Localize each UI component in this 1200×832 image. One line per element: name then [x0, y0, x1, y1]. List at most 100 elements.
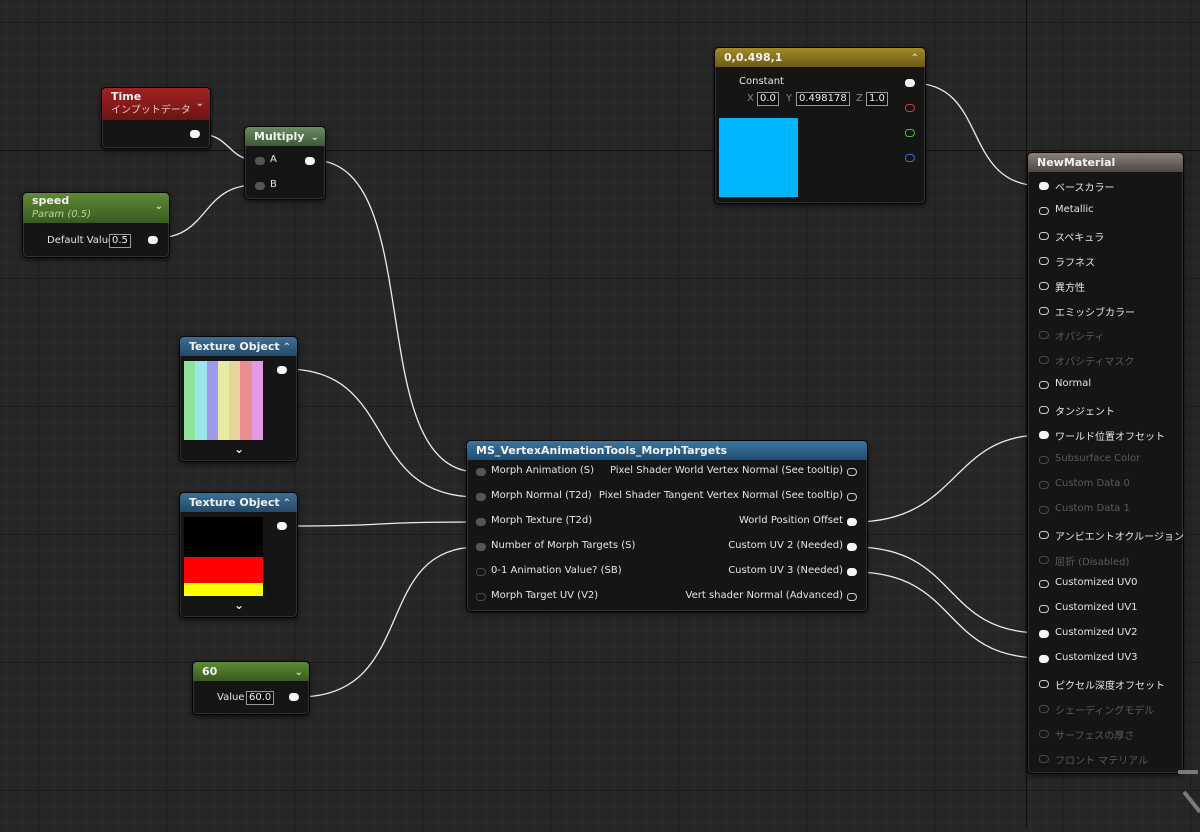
- constant3-b-output-pin[interactable]: [905, 154, 915, 162]
- material-input-pin[interactable]: [1039, 655, 1049, 664]
- chevron-up-icon[interactable]: ⌃: [283, 338, 291, 357]
- function-output-pin[interactable]: [847, 518, 857, 526]
- function-output-pin[interactable]: [847, 568, 857, 576]
- texture2-title: Texture Object: [189, 496, 280, 509]
- material-node-header[interactable]: NewMaterial: [1028, 153, 1183, 172]
- material-input-pin[interactable]: [1039, 381, 1049, 390]
- multiply-input-b-pin[interactable]: [255, 182, 265, 190]
- const60-value-input[interactable]: 60.0: [246, 691, 275, 705]
- function-input-pin[interactable]: [476, 593, 486, 601]
- chevron-down-icon[interactable]: ⌄: [234, 442, 244, 456]
- wire-texture2-to-morph-texture: [285, 521, 479, 527]
- texture1-title: Texture Object: [189, 340, 280, 353]
- material-input-label: Customized UV2: [1055, 627, 1138, 639]
- function-output-pin[interactable]: [847, 543, 857, 551]
- speed-output-pin[interactable]: [148, 236, 158, 244]
- constant3-y-input[interactable]: 0.498178: [796, 92, 850, 106]
- material-input-pin[interactable]: [1039, 455, 1049, 464]
- material-input-pin[interactable]: [1039, 754, 1049, 763]
- material-input-pin[interactable]: [1039, 306, 1049, 315]
- texture-object-node-2[interactable]: Texture Object ⌃ ⌄: [179, 492, 298, 618]
- speed-node-header[interactable]: speed Param (0.5) ⌄: [23, 193, 169, 223]
- material-input-pin[interactable]: [1039, 555, 1049, 564]
- material-input-pin[interactable]: [1039, 580, 1049, 589]
- material-input-pin[interactable]: [1039, 331, 1049, 340]
- constant-60-node[interactable]: 60 ⌄ Value 60.0: [192, 661, 310, 715]
- material-input-label: 屈折 (Disabled): [1055, 556, 1130, 568]
- const60-output-pin[interactable]: [289, 693, 299, 701]
- material-input-pin[interactable]: [1039, 231, 1049, 240]
- material-function-node[interactable]: MS_VertexAnimationTools_MorphTargets Mor…: [466, 440, 868, 612]
- const60-header[interactable]: 60 ⌄: [193, 662, 309, 681]
- function-output-label: Custom UV 3 (Needed): [728, 565, 843, 576]
- material-input-pin[interactable]: [1039, 704, 1049, 713]
- function-input-pin[interactable]: [476, 518, 486, 526]
- material-input-label: ピクセル深度オフセット: [1055, 681, 1165, 692]
- constant3-g-output-pin[interactable]: [905, 129, 915, 137]
- texture1-header[interactable]: Texture Object ⌃: [180, 337, 297, 356]
- material-input-pin[interactable]: [1039, 605, 1049, 614]
- texture1-stripe: [240, 361, 252, 440]
- wire-constant3-to-basecolor: [911, 82, 1043, 187]
- texture-object-node-1[interactable]: Texture Object ⌃ ⌄: [179, 336, 298, 462]
- material-input-pin[interactable]: [1039, 281, 1049, 290]
- constant3-rgb-output-pin[interactable]: [905, 79, 915, 87]
- constant3-z-input[interactable]: 1.0: [866, 92, 888, 106]
- function-input-pin[interactable]: [476, 568, 486, 576]
- material-input-pin[interactable]: [1039, 256, 1049, 265]
- chevron-up-icon[interactable]: ⌃: [911, 49, 919, 68]
- function-node-title: MS_VertexAnimationTools_MorphTargets: [476, 444, 728, 457]
- material-result-node[interactable]: NewMaterial ベースカラー Metallic スペキュラ ラフネス 異方性 エミ…: [1027, 152, 1184, 774]
- function-output-pin[interactable]: [847, 493, 857, 501]
- texture2-header[interactable]: Texture Object ⌃: [180, 493, 297, 512]
- wire-wpo-to-wpo: [853, 434, 1043, 523]
- time-node[interactable]: Time インプットデータ ⌄: [101, 87, 211, 149]
- function-input-label: Morph Normal (T2d): [491, 490, 592, 501]
- material-input-pin[interactable]: [1039, 431, 1049, 439]
- multiply-output-pin[interactable]: [305, 157, 315, 165]
- texture1-output-pin[interactable]: [277, 366, 287, 374]
- time-output-pin[interactable]: [190, 130, 200, 138]
- function-output-pin[interactable]: [847, 468, 857, 476]
- material-input-pin[interactable]: [1039, 206, 1049, 215]
- material-input-pin[interactable]: [1039, 406, 1049, 415]
- chevron-up-icon[interactable]: ⌃: [283, 494, 291, 513]
- multiply-node-header[interactable]: Multiply ⌄: [245, 127, 325, 146]
- multiply-input-a-pin[interactable]: [255, 157, 265, 165]
- material-input-pin[interactable]: [1039, 356, 1049, 365]
- multiply-node[interactable]: Multiply ⌄ A B: [244, 126, 326, 200]
- texture2-output-pin[interactable]: [277, 522, 287, 530]
- speed-node-subtitle: Param (0.5): [32, 209, 92, 220]
- function-node-header[interactable]: MS_VertexAnimationTools_MorphTargets: [467, 441, 867, 460]
- speed-param-node[interactable]: speed Param (0.5) ⌄ Default Value 0.5: [22, 192, 170, 258]
- chevron-down-icon[interactable]: ⌄: [155, 199, 163, 215]
- material-input-pin[interactable]: [1039, 680, 1049, 688]
- time-node-header[interactable]: Time インプットデータ ⌄: [102, 88, 210, 120]
- constant3-header[interactable]: 0,0.498,1 ⌃: [715, 48, 925, 67]
- chevron-down-icon[interactable]: ⌄: [196, 95, 204, 112]
- function-input-pin[interactable]: [476, 468, 486, 476]
- material-input-pin[interactable]: [1039, 630, 1049, 639]
- material-input-pin[interactable]: [1039, 480, 1049, 489]
- constant3-r-output-pin[interactable]: [905, 104, 915, 112]
- constant3-x-input[interactable]: 0.0: [757, 92, 779, 106]
- chevron-down-icon[interactable]: ⌄: [295, 663, 303, 682]
- material-input-pin[interactable]: [1039, 530, 1049, 539]
- material-input-pin[interactable]: [1039, 505, 1049, 514]
- function-input-pin[interactable]: [476, 543, 486, 551]
- corner-arrow-icon: [1176, 768, 1200, 828]
- wire-const60-to-num-targets: [297, 546, 479, 698]
- constant3-z-label: Z: [856, 93, 863, 104]
- function-input-pin[interactable]: [476, 493, 486, 501]
- material-input-label: ワールド位置オフセット: [1055, 432, 1165, 443]
- chevron-down-icon[interactable]: ⌄: [234, 598, 244, 612]
- speed-default-input[interactable]: 0.5: [109, 234, 131, 248]
- constant3-label: Constant: [739, 76, 784, 87]
- chevron-down-icon[interactable]: ⌄: [311, 128, 319, 147]
- constant3vector-node[interactable]: 0,0.498,1 ⌃ Constant X 0.0 Y 0.498178 Z …: [714, 47, 926, 204]
- material-input-pin[interactable]: [1039, 729, 1049, 738]
- constant3-title: 0,0.498,1: [724, 51, 783, 64]
- function-output-pin[interactable]: [847, 593, 857, 601]
- material-input-pin[interactable]: [1039, 182, 1049, 190]
- material-input-label: タンジェント: [1055, 407, 1115, 419]
